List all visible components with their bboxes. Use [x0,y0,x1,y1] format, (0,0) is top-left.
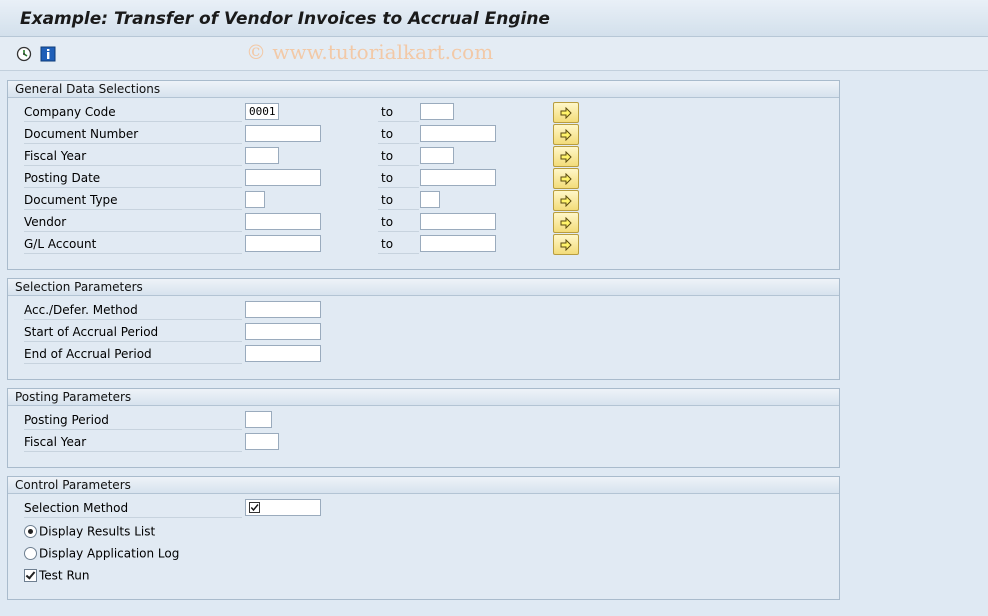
vendor-row: Vendor to [8,212,839,234]
field-label: Company Code [24,104,242,122]
multiple-selection-button[interactable] [553,146,579,167]
fiscal-year-to-input[interactable] [420,147,454,164]
page-title: Example: Transfer of Vendor Invoices to … [20,9,550,29]
posting-fiscal-year-row: Fiscal Year [8,432,839,454]
option-label: Display Results List [39,524,156,539]
company-code-to-input[interactable] [420,103,454,120]
selection-method-input[interactable] [245,499,321,516]
field-label: Selection Method [24,500,242,518]
multiple-selection-button[interactable] [553,234,579,255]
field-label: Vendor [24,214,242,232]
multiple-selection-button[interactable] [553,124,579,145]
group-header: Selection Parameters [8,279,839,296]
field-label: Fiscal Year [24,434,242,452]
display-results-list-option[interactable]: Display Results List [24,522,155,540]
fiscal-year-from-input[interactable] [245,147,279,164]
info-icon[interactable] [40,46,56,62]
to-label: to [378,236,419,254]
field-label: Start of Accrual Period [24,324,242,342]
multiple-selection-button[interactable] [553,190,579,211]
radio-unselected-icon[interactable] [24,547,37,560]
gl-account-from-input[interactable] [245,235,321,252]
watermark: © www.tutorialkart.com [246,40,494,64]
field-label: End of Accrual Period [24,346,242,364]
group-header: General Data Selections [8,81,839,98]
posting-parameters-group: Posting Parameters Posting Period Fiscal… [7,388,840,468]
field-label: Posting Period [24,412,242,430]
field-label: Document Type [24,192,242,210]
vendor-to-input[interactable] [420,213,496,230]
to-label: to [378,148,419,166]
company-code-row: Company Code 0001 to [8,102,839,124]
to-label: to [378,104,419,122]
multiple-selection-button[interactable] [553,212,579,233]
test-run-option[interactable]: Test Run [24,566,89,584]
document-number-row: Document Number to [8,124,839,146]
start-accrual-period-input[interactable] [245,323,321,340]
multiple-selection-button[interactable] [553,102,579,123]
to-label: to [378,170,419,188]
document-type-to-input[interactable] [420,191,440,208]
gl-account-row: G/L Account to [8,234,839,256]
arrow-right-icon [560,239,572,251]
document-type-from-input[interactable] [245,191,265,208]
document-number-to-input[interactable] [420,125,496,142]
execute-clock-icon[interactable] [16,46,32,62]
field-label: Document Number [24,126,242,144]
control-parameters-group: Control Parameters Selection Method Disp… [7,476,840,600]
posting-date-from-input[interactable] [245,169,321,186]
multiple-selection-button[interactable] [553,168,579,189]
gl-account-to-input[interactable] [420,235,496,252]
display-application-log-option[interactable]: Display Application Log [24,544,179,562]
posting-date-to-input[interactable] [420,169,496,186]
application-toolbar [0,37,988,71]
vendor-from-input[interactable] [245,213,321,230]
arrow-right-icon [560,129,572,141]
selection-method-row: Selection Method [8,498,839,520]
field-label: Acc./Defer. Method [24,302,242,320]
arrow-right-icon [560,173,572,185]
end-accrual-period-input[interactable] [245,345,321,362]
arrow-right-icon [560,151,572,163]
acc-defer-method-row: Acc./Defer. Method [8,300,839,322]
end-accrual-period-row: End of Accrual Period [8,344,839,366]
document-number-from-input[interactable] [245,125,321,142]
to-label: to [378,214,419,232]
arrow-right-icon [560,107,572,119]
field-label: Posting Date [24,170,242,188]
posting-period-row: Posting Period [8,410,839,432]
to-label: to [378,126,419,144]
selection-parameters-group: Selection Parameters Acc./Defer. Method … [7,278,840,380]
radio-selected-icon[interactable] [24,525,37,538]
option-label: Test Run [39,568,90,583]
fiscal-year-row: Fiscal Year to [8,146,839,168]
general-data-selections-group: General Data Selections Company Code 000… [7,80,840,270]
group-header: Posting Parameters [8,389,839,406]
arrow-right-icon [560,195,572,207]
posting-period-input[interactable] [245,411,272,428]
posting-date-row: Posting Date to [8,168,839,190]
acc-defer-method-input[interactable] [245,301,321,318]
group-header: Control Parameters [8,477,839,494]
field-label: G/L Account [24,236,242,254]
posting-fiscal-year-input[interactable] [245,433,279,450]
checkbox-checked-icon [249,502,260,513]
company-code-from-input[interactable]: 0001 [245,103,279,120]
test-run-checkbox[interactable] [24,569,37,582]
arrow-right-icon [560,217,572,229]
title-bar: Example: Transfer of Vendor Invoices to … [0,0,988,37]
document-type-row: Document Type to [8,190,839,212]
to-label: to [378,192,419,210]
option-label: Display Application Log [39,546,180,561]
field-label: Fiscal Year [24,148,242,166]
start-accrual-period-row: Start of Accrual Period [8,322,839,344]
